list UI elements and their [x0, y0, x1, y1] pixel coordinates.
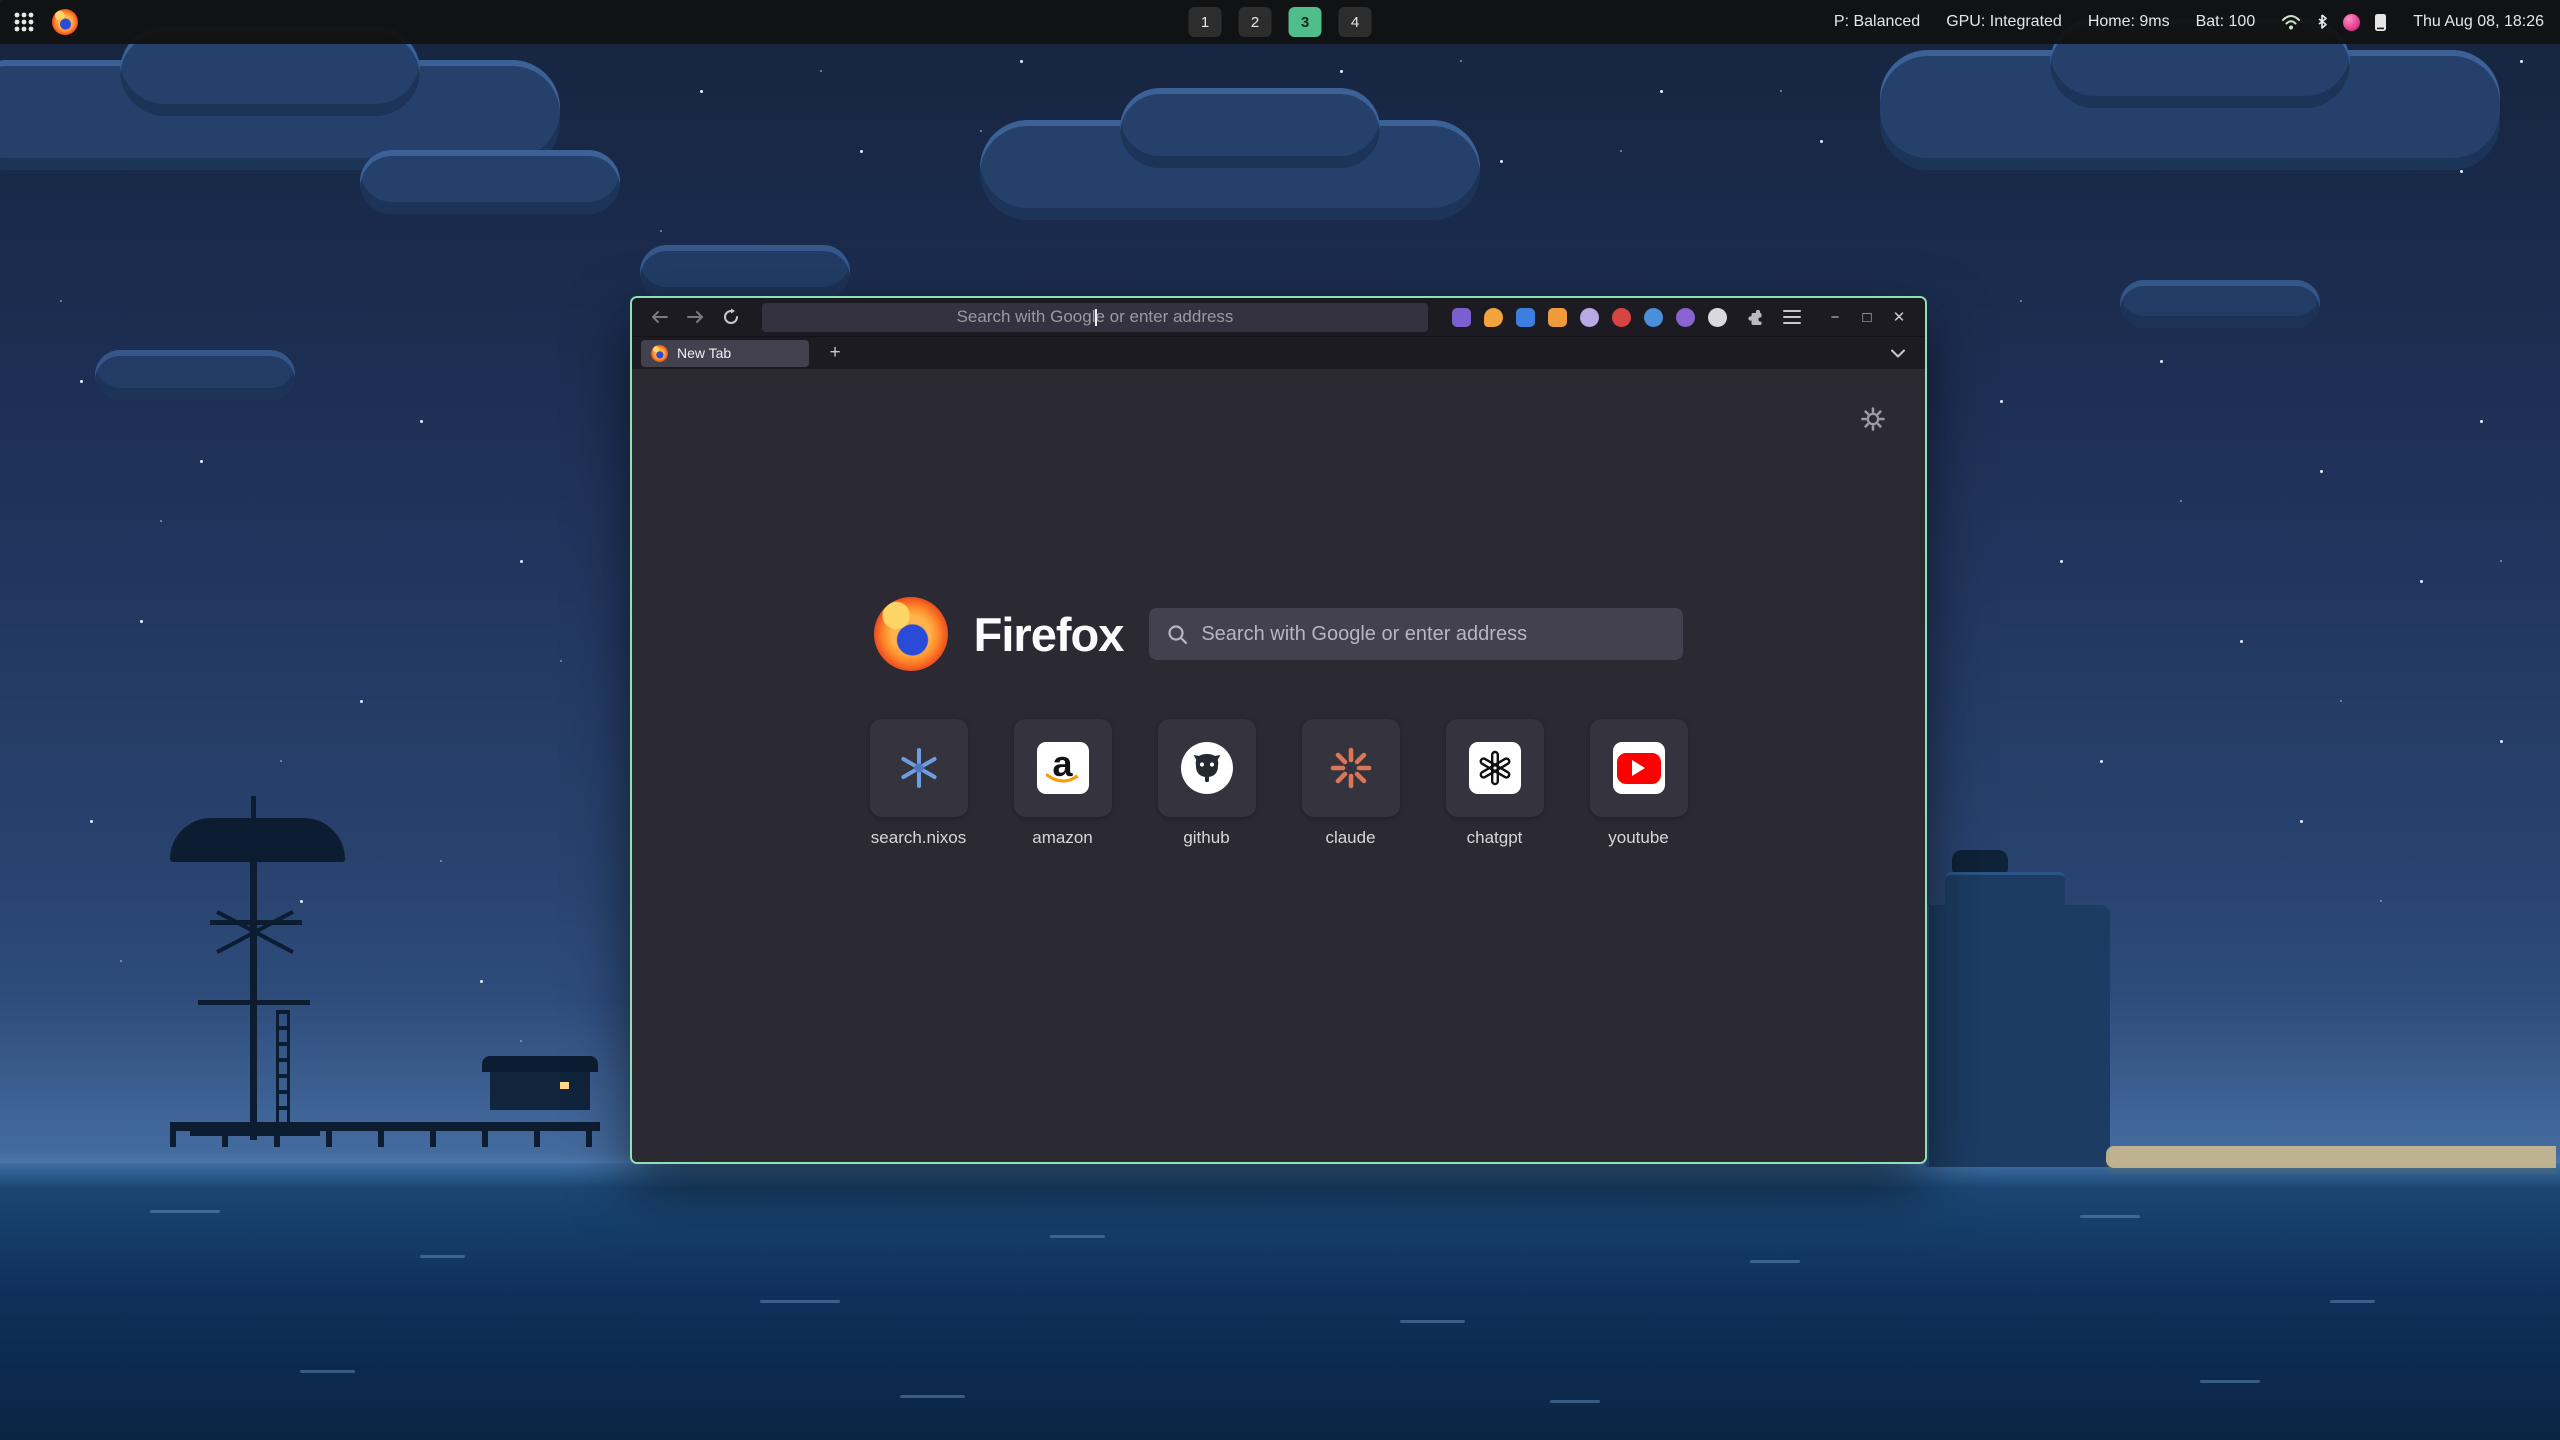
shortcut-label: youtube	[1608, 828, 1669, 848]
cloud	[95, 350, 295, 400]
cloud	[640, 245, 850, 299]
github-octocat-icon	[1181, 742, 1233, 794]
extension-toolbar	[1452, 308, 1727, 327]
shortcut-tile[interactable]: youtube	[1590, 719, 1688, 848]
shortcut-label: search.nixos	[871, 828, 966, 848]
claude-starburst-icon	[1328, 745, 1374, 791]
clock[interactable]: Thu Aug 08, 18:26	[2413, 13, 2544, 31]
tab-title: New Tab	[677, 345, 731, 361]
extension-icon[interactable]	[1708, 308, 1727, 327]
workspace-2[interactable]: 2	[1239, 7, 1272, 37]
firefox-launcher-icon[interactable]	[52, 9, 78, 35]
close-icon[interactable]: ✕	[1885, 304, 1913, 330]
ocean	[0, 1163, 2560, 1440]
tab-bar: New Tab +	[632, 336, 1925, 369]
extension-icon[interactable]	[1612, 308, 1631, 327]
display-icon[interactable]	[2374, 13, 2387, 32]
tab-new-tab[interactable]: New Tab	[641, 340, 809, 367]
amazon-icon: a	[1037, 742, 1089, 794]
pier	[170, 1122, 600, 1131]
shortcut-tile[interactable]: claude	[1302, 719, 1400, 848]
app-grid-icon[interactable]	[12, 10, 36, 34]
extension-icon[interactable]	[1516, 308, 1535, 327]
newtab-search-input[interactable]	[1201, 608, 1683, 660]
network-icon[interactable]	[2281, 13, 2301, 31]
cloud	[360, 150, 620, 214]
list-tabs-chevron-icon[interactable]	[1883, 339, 1913, 367]
browser-toolbar: Search with Google or enter address − □	[632, 298, 1925, 336]
color-indicator-icon[interactable]	[2343, 14, 2360, 31]
extension-icon[interactable]	[1452, 308, 1471, 327]
search-icon	[1167, 624, 1188, 645]
minimize-icon[interactable]: −	[1821, 304, 1849, 330]
chatgpt-knot-icon	[1469, 742, 1521, 794]
battery-status[interactable]: Bat: 100	[2196, 13, 2256, 31]
reload-icon[interactable]	[716, 303, 746, 331]
shortcut-tile[interactable]: chatgpt	[1446, 719, 1544, 848]
shortcut-label: github	[1183, 828, 1229, 848]
back-icon[interactable]	[644, 303, 674, 331]
firefox-wordmark: Firefox	[974, 607, 1124, 662]
shortcut-label: claude	[1325, 828, 1375, 848]
personalize-gear-icon[interactable]	[1859, 405, 1887, 433]
shortcut-row: search.nixos a amazon	[632, 719, 1925, 848]
system-tray	[2281, 13, 2387, 32]
extensions-puzzle-icon[interactable]	[1741, 303, 1771, 331]
extension-icon[interactable]	[1484, 308, 1503, 327]
firefox-window: Search with Google or enter address − □	[630, 296, 1927, 1164]
text-caret	[1095, 309, 1097, 326]
cloud	[1120, 88, 1380, 168]
workspace-1[interactable]: 1	[1189, 7, 1222, 37]
newtab-search-bar[interactable]	[1149, 608, 1683, 660]
shortcut-tile[interactable]: github	[1158, 719, 1256, 848]
power-profile-status[interactable]: P: Balanced	[1834, 13, 1920, 31]
bluetooth-icon[interactable]	[2315, 13, 2329, 31]
extension-icon[interactable]	[1676, 308, 1695, 327]
shortcut-tile[interactable]: a amazon	[1014, 719, 1112, 848]
firefox-favicon	[651, 345, 668, 362]
firefox-logo	[874, 597, 948, 671]
gpu-status[interactable]: GPU: Integrated	[1946, 13, 2062, 31]
new-tab-button[interactable]: +	[821, 340, 849, 366]
extension-icon[interactable]	[1644, 308, 1663, 327]
forward-icon[interactable]	[680, 303, 710, 331]
cloud	[2120, 280, 2320, 328]
island-cliff	[1925, 905, 2110, 1167]
new-tab-page: Firefox	[632, 369, 1925, 1162]
extension-icon[interactable]	[1548, 308, 1567, 327]
maximize-icon[interactable]: □	[1853, 304, 1881, 330]
shortcut-label: amazon	[1032, 828, 1092, 848]
workspace-3-active[interactable]: 3	[1289, 7, 1322, 37]
workspace-switcher: 1 2 3 4	[1189, 0, 1372, 44]
window-controls: − □ ✕	[1821, 304, 1913, 330]
workspace-4[interactable]: 4	[1339, 7, 1372, 37]
shortcut-label: chatgpt	[1467, 828, 1523, 848]
extension-icon[interactable]	[1580, 308, 1599, 327]
hamburger-menu-icon[interactable]	[1777, 303, 1807, 331]
status-bar: 1 2 3 4 P: Balanced GPU: Integrated Home…	[0, 0, 2560, 44]
nixos-snowflake-icon	[897, 746, 941, 790]
shortcut-tile[interactable]: search.nixos	[870, 719, 968, 848]
youtube-play-icon	[1613, 742, 1665, 794]
url-bar[interactable]: Search with Google or enter address	[762, 303, 1428, 332]
home-latency-status[interactable]: Home: 9ms	[2088, 13, 2170, 31]
beach-strip	[2106, 1146, 2556, 1168]
pier-posts	[170, 1131, 600, 1147]
